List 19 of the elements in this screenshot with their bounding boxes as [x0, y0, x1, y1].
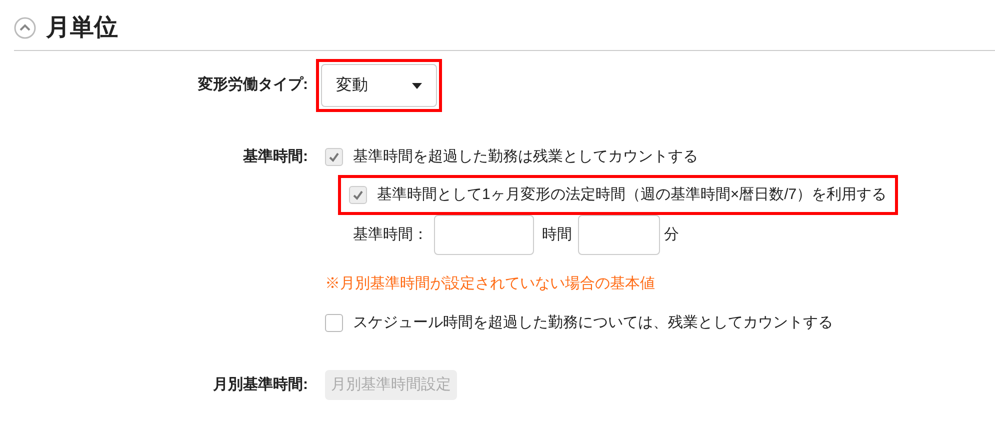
- hours-input[interactable]: [434, 215, 534, 255]
- field-label: 基準時間:: [242, 147, 309, 167]
- note-text: ※月別基準時間が設定されていない場合の基本値: [325, 274, 656, 294]
- caret-icon: [412, 82, 422, 88]
- field-label: 月別基準時間:: [212, 374, 309, 395]
- section-title: 月単位: [46, 13, 118, 43]
- field-label: 基準時間：: [353, 224, 428, 245]
- check-icon: [328, 151, 340, 164]
- collapse-icon[interactable]: [14, 17, 36, 39]
- minutes-input[interactable]: [578, 215, 660, 255]
- unit-label: 時間: [542, 224, 572, 245]
- checkbox-label: 基準時間を超過した勤務は残業としてカウントする: [353, 147, 698, 167]
- checkbox-label: スケジュール時間を超過した勤務については、残業としてカウントする: [353, 312, 833, 332]
- unit-label: 分: [664, 224, 679, 245]
- dropdown[interactable]: 変動: [321, 64, 437, 107]
- checkbox-label: 基準時間として1ヶ月変形の法定時間（週の基準時間×暦日数/7）を利用する: [377, 184, 887, 204]
- check-icon: [352, 188, 364, 201]
- field-label: 変形労働タイプ:: [197, 75, 309, 96]
- checkbox[interactable]: [325, 314, 343, 332]
